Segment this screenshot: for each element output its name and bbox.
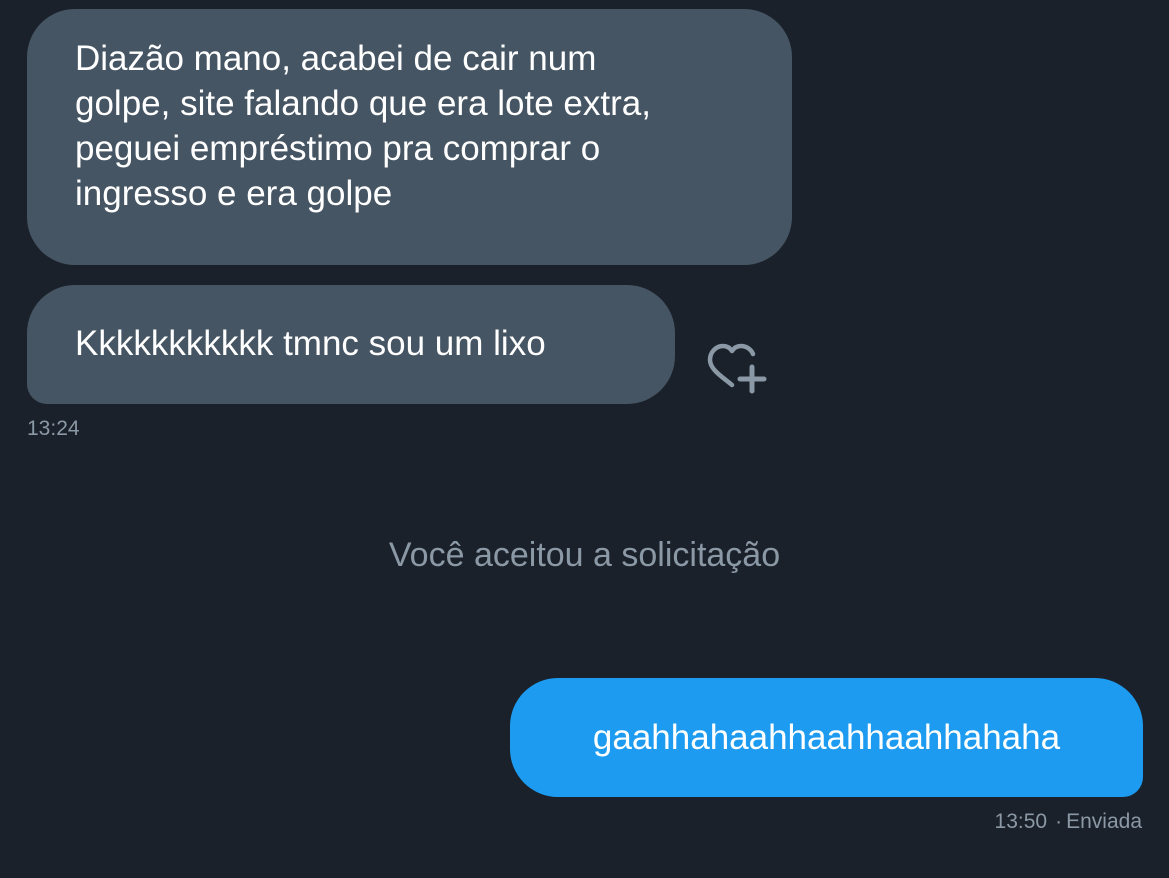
incoming-message-bubble[interactable]: Kkkkkkkkkkk tmnc sou um lixo: [27, 285, 675, 404]
message-timestamp: 13:24: [27, 417, 80, 440]
meta-separator: ·: [1055, 810, 1063, 833]
message-text-line: golpe, site falando que era lote extra,: [75, 84, 651, 123]
outgoing-message-bubble[interactable]: gaahhahaahhaahhaahhahaha: [510, 678, 1143, 797]
message-timestamp: 13:50: [994, 810, 1048, 833]
message-text: gaahhahaahhaahhaahhahaha: [592, 718, 1061, 757]
add-reaction-button[interactable]: [702, 340, 768, 396]
message-text-line: ingresso e era golpe: [75, 174, 393, 213]
delivery-status: Enviada: [1066, 810, 1142, 833]
request-accepted-notice: Você aceitou a solicitação: [388, 536, 781, 574]
heart-plus-icon: [707, 343, 767, 394]
message-text: Kkkkkkkkkkk tmnc sou um lixo: [75, 324, 546, 363]
incoming-message-bubble[interactable]: Diazão mano, acabei de cair num golpe, s…: [27, 9, 792, 265]
message-meta: 13:50 · Enviada: [995, 809, 1142, 835]
message-text-line: peguei empréstimo pra comprar o: [75, 129, 601, 168]
message-text-line: Diazão mano, acabei de cair num: [75, 39, 597, 78]
